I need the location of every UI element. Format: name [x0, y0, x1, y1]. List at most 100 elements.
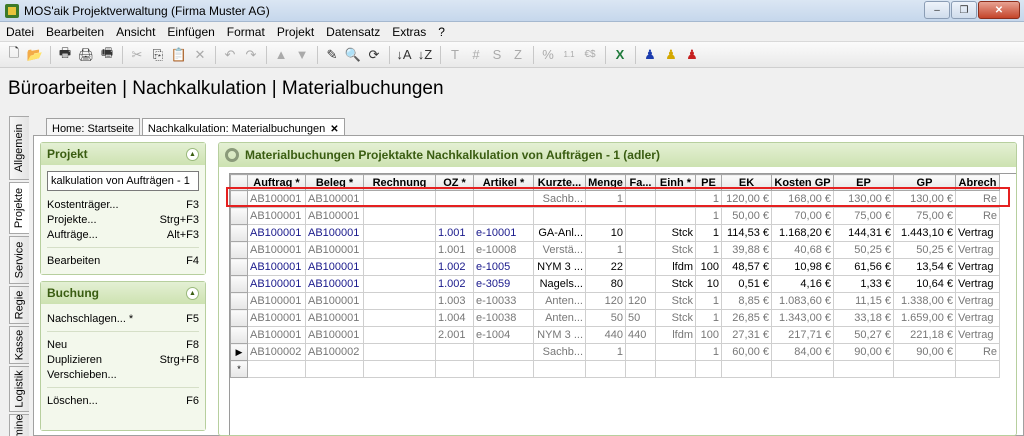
- side-tab-termine[interactable]: Termine: [9, 414, 29, 436]
- table-cell[interactable]: 50: [625, 309, 656, 327]
- column-header[interactable]: Beleg *: [305, 174, 364, 191]
- table-cell[interactable]: [585, 360, 626, 378]
- table-cell[interactable]: AB100001: [305, 275, 364, 293]
- side-tab-logistik[interactable]: Logistik: [9, 366, 29, 412]
- table-cell[interactable]: [625, 343, 656, 361]
- table-cell[interactable]: 50,00 €: [721, 207, 772, 225]
- table-cell[interactable]: [833, 360, 894, 378]
- table-cell[interactable]: [533, 360, 586, 378]
- table-row[interactable]: AB100001 AB100001 1.001 e-10001 GA-Anl... 10 S…: [230, 224, 1000, 242]
- table-row[interactable]: AB100001 AB100001 1.001 e-10008 Verstä... 1 St…: [230, 241, 1000, 259]
- table-cell[interactable]: [435, 360, 474, 378]
- column-header[interactable]: Menge: [585, 174, 626, 191]
- table-cell[interactable]: Vertrag: [955, 292, 1000, 310]
- sort-az-icon[interactable]: ↓A: [394, 45, 414, 65]
- table-cell[interactable]: 114,53 €: [721, 224, 772, 242]
- menu-datensatz[interactable]: Datensatz: [320, 25, 386, 39]
- new-row[interactable]: *: [230, 360, 1000, 378]
- table-cell[interactable]: 11,15 €: [833, 292, 894, 310]
- table-cell[interactable]: GA-Anl...: [533, 224, 586, 242]
- row-selector[interactable]: [230, 190, 248, 208]
- table-cell[interactable]: Vertrag: [955, 241, 1000, 259]
- table-row[interactable]: AB100001 AB100001 1.002 e-1005 NYM 3 ... 22 lf…: [230, 258, 1000, 276]
- table-cell[interactable]: [363, 241, 436, 259]
- table-cell[interactable]: e-1005: [473, 258, 534, 276]
- table-cell[interactable]: AB100001: [247, 241, 306, 259]
- table-cell[interactable]: [625, 275, 656, 293]
- redo-icon[interactable]: ↷: [241, 45, 261, 65]
- loeschen-link[interactable]: Löschen... F6: [47, 393, 199, 408]
- table-cell[interactable]: e-10001: [473, 224, 534, 242]
- column-header[interactable]: EK: [721, 174, 772, 191]
- table-cell[interactable]: 90,00 €: [893, 343, 956, 361]
- minimize-button[interactable]: –: [924, 1, 950, 19]
- table-cell[interactable]: [585, 207, 626, 225]
- projekt-group-header[interactable]: Projekt ▲: [41, 143, 205, 165]
- table-cell[interactable]: [625, 224, 656, 242]
- table-cell[interactable]: AB100001: [247, 224, 306, 242]
- table-cell[interactable]: 4,16 €: [771, 275, 834, 293]
- side-tab-kasse[interactable]: Kasse: [9, 326, 29, 364]
- table-row[interactable]: AB100001 AB100001 Sachb... 1 1 120,00 €168,00…: [230, 190, 1000, 208]
- table-cell[interactable]: 1.168,20 €: [771, 224, 834, 242]
- table-cell[interactable]: e-10038: [473, 309, 534, 327]
- table-cell[interactable]: 130,00 €: [893, 190, 956, 208]
- close-tab-icon[interactable]: ✕: [330, 124, 338, 135]
- table-cell[interactable]: AB100002: [247, 343, 306, 361]
- side-tab-service[interactable]: Service: [9, 236, 29, 284]
- table-cell[interactable]: 50,25 €: [893, 241, 956, 259]
- close-button[interactable]: ✕: [978, 1, 1020, 19]
- table-cell[interactable]: AB100001: [305, 207, 364, 225]
- table-cell[interactable]: 26,85 €: [721, 309, 772, 327]
- table-cell[interactable]: 90,00 €: [833, 343, 894, 361]
- row-selector[interactable]: [230, 224, 248, 242]
- row-selector[interactable]: [230, 326, 248, 344]
- new-file-icon[interactable]: 🗋: [4, 45, 24, 65]
- excel-export-icon[interactable]: X: [610, 45, 630, 65]
- table-cell[interactable]: 75,00 €: [893, 207, 956, 225]
- duplizieren-link[interactable]: Duplizieren Strg+F8: [47, 352, 199, 367]
- table-cell[interactable]: AB100001: [247, 190, 306, 208]
- table-cell[interactable]: NYM 3 ...: [533, 258, 586, 276]
- table-cell[interactable]: [435, 190, 474, 208]
- table-cell[interactable]: Re: [955, 207, 1000, 225]
- menu-format[interactable]: Format: [221, 25, 271, 39]
- table-cell[interactable]: lfdm: [655, 326, 696, 344]
- table-cell[interactable]: [695, 360, 722, 378]
- table-cell[interactable]: [435, 343, 474, 361]
- menu-einfuegen[interactable]: Einfügen: [161, 25, 220, 39]
- table-cell[interactable]: AB100001: [247, 309, 306, 327]
- sum-icon[interactable]: S: [487, 45, 507, 65]
- table-cell[interactable]: 10: [585, 224, 626, 242]
- table-cell[interactable]: [771, 360, 834, 378]
- table-row[interactable]: ▶ AB100002 AB100002 Sachb... 1 1 60,00 €84,00 …: [230, 343, 1000, 361]
- table-cell[interactable]: [305, 360, 364, 378]
- collapse-icon[interactable]: ▲: [186, 286, 199, 300]
- delete-icon[interactable]: ✕: [190, 45, 210, 65]
- table-cell[interactable]: [473, 190, 534, 208]
- table-cell[interactable]: 1: [695, 292, 722, 310]
- column-header[interactable]: Artikel *: [473, 174, 534, 191]
- table-cell[interactable]: NYM 3 ...: [533, 326, 586, 344]
- table-cell[interactable]: 1: [585, 241, 626, 259]
- numbering-icon[interactable]: 1.1: [559, 45, 579, 65]
- table-cell[interactable]: Sachb...: [533, 190, 586, 208]
- euro-convert-icon[interactable]: €$: [580, 45, 600, 65]
- row-selector[interactable]: [230, 292, 248, 310]
- edit-pencil-icon[interactable]: ✎: [322, 45, 342, 65]
- table-cell[interactable]: 10,98 €: [771, 258, 834, 276]
- table-row[interactable]: AB100001 AB100001 1.002 e-3059 Nagels... 80 St…: [230, 275, 1000, 293]
- row-selector[interactable]: [230, 275, 248, 293]
- collapse-icon[interactable]: ▲: [186, 147, 199, 161]
- table-cell[interactable]: [363, 309, 436, 327]
- table-cell[interactable]: [955, 360, 1000, 378]
- table-cell[interactable]: [625, 360, 656, 378]
- table-cell[interactable]: AB100001: [305, 241, 364, 259]
- column-header[interactable]: Einh *: [655, 174, 696, 191]
- table-cell[interactable]: [893, 360, 956, 378]
- column-header[interactable]: PE: [695, 174, 722, 191]
- table-row[interactable]: AB100001 AB100001 1 50,00 €70,00 €75,00 €75…: [230, 207, 1000, 225]
- table-cell[interactable]: [363, 275, 436, 293]
- table-cell[interactable]: AB100001: [305, 292, 364, 310]
- table-cell[interactable]: AB100001: [247, 326, 306, 344]
